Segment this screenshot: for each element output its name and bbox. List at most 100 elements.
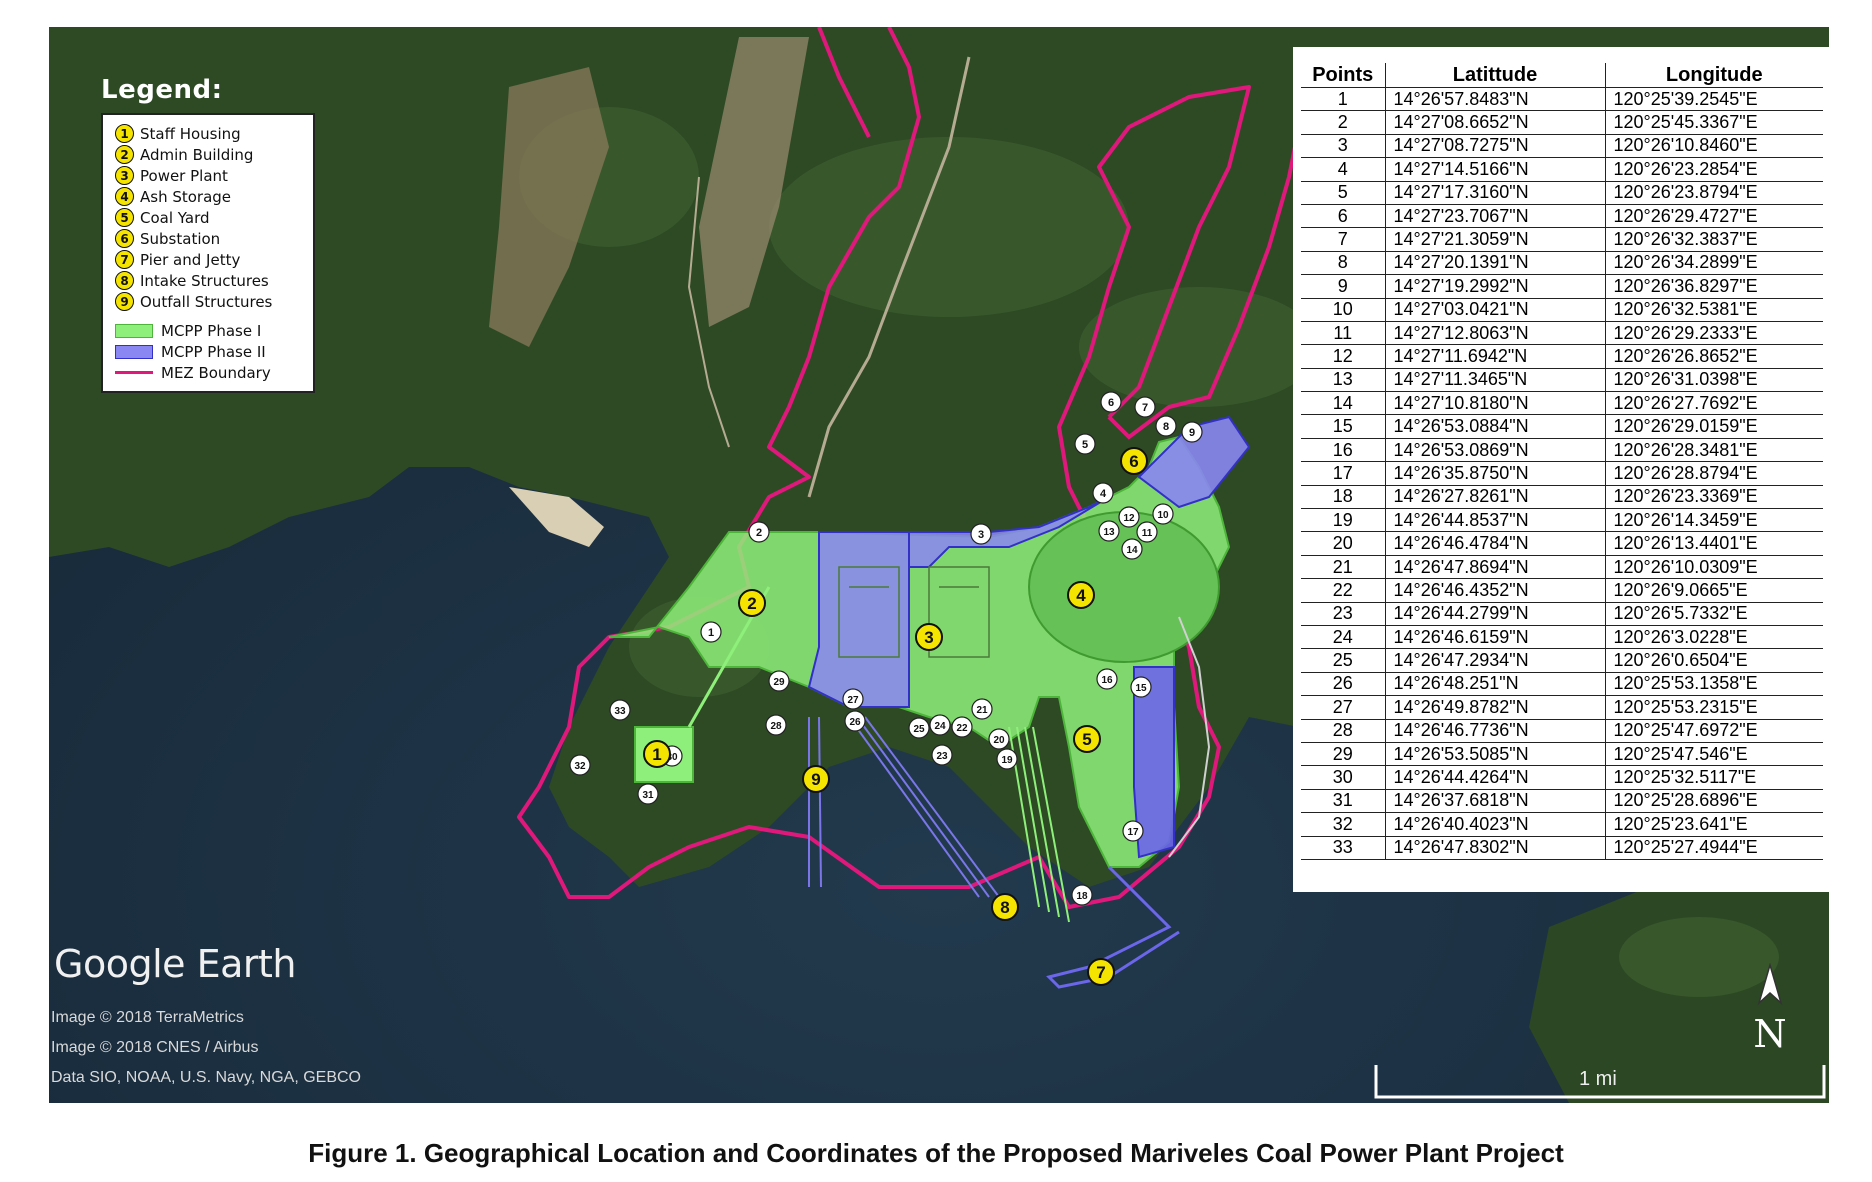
longitude-cell: 120°26'32.3837"E <box>1605 227 1823 252</box>
latitude-cell: 14°27'21.3059"N <box>1385 227 1606 252</box>
longitude-cell: 120°26'29.2333"E <box>1605 321 1823 346</box>
marker-8-icon: 8 <box>115 271 134 290</box>
point-marker-label: 16 <box>1101 675 1113 686</box>
table-row: 9 14°27'19.2992"N 120°26'36.8297"E <box>1301 274 1823 299</box>
longitude-cell: 120°26'32.5381"E <box>1605 298 1823 322</box>
latitude-cell: 14°26'48.251"N <box>1385 672 1606 697</box>
table-row: 25 14°26'47.2934"N 120°26'0.6504"E <box>1301 648 1823 673</box>
table-row: 15 14°26'53.0884"N 120°26'29.0159"E <box>1301 414 1823 439</box>
point-cell: 20 <box>1301 531 1386 556</box>
table-row: 11 14°27'12.8063"N 120°26'29.2333"E <box>1301 321 1823 346</box>
table-row: 16 14°26'53.0869"N 120°26'28.3481"E <box>1301 438 1823 463</box>
marker-7-icon: 7 <box>115 250 134 269</box>
longitude-cell: 120°26'3.0228"E <box>1605 625 1823 650</box>
latitude-cell: 14°27'19.2992"N <box>1385 274 1606 299</box>
marker-3-icon: 3 <box>115 166 134 185</box>
latitude-cell: 14°26'27.8261"N <box>1385 485 1606 510</box>
longitude-cell: 120°25'32.5117"E <box>1605 765 1823 790</box>
point-cell: 15 <box>1301 414 1386 439</box>
facility-marker: 2 <box>738 589 766 617</box>
point-marker-label: 4 <box>1100 488 1107 500</box>
point-marker: 24 <box>929 714 951 736</box>
facility-marker-label: 5 <box>1082 730 1091 749</box>
marker-1-icon: 1 <box>115 124 134 143</box>
latitude-cell: 14°26'44.8537"N <box>1385 508 1606 533</box>
legend-item: 9 Outfall Structures <box>115 291 305 312</box>
latitude-cell: 14°27'11.3465"N <box>1385 368 1606 393</box>
point-cell: 6 <box>1301 204 1386 229</box>
latitude-cell: 14°26'46.6159"N <box>1385 625 1606 650</box>
latitude-cell: 14°26'35.8750"N <box>1385 461 1606 486</box>
facility-marker: 4 <box>1067 581 1095 609</box>
point-marker: 17 <box>1122 820 1144 842</box>
point-marker: 33 <box>609 699 631 721</box>
longitude-cell: 120°26'10.0309"E <box>1605 555 1823 580</box>
point-marker-label: 28 <box>770 721 782 732</box>
point-marker-label: 29 <box>773 677 785 688</box>
point-cell: 21 <box>1301 555 1386 580</box>
latitude-cell: 14°26'53.0884"N <box>1385 414 1606 439</box>
longitude-cell: 120°25'47.546"E <box>1605 742 1823 767</box>
credit-line: Data SIO, NOAA, U.S. Navy, NGA, GEBCO <box>51 1069 361 1086</box>
longitude-cell: 120°26'23.3369"E <box>1605 485 1823 510</box>
point-marker-label: 15 <box>1135 683 1147 694</box>
latitude-cell: 14°26'40.4023"N <box>1385 812 1606 837</box>
point-marker: 22 <box>951 716 973 738</box>
point-cell: 8 <box>1301 251 1386 276</box>
legend-label: MCPP Phase I <box>161 321 262 340</box>
point-marker-label: 26 <box>849 717 861 728</box>
table-row: 20 14°26'46.4784"N 120°26'13.4401"E <box>1301 531 1823 556</box>
point-marker: 7 <box>1134 396 1156 418</box>
legend-area-phase2: MCPP Phase II <box>115 341 305 362</box>
point-marker-label: 9 <box>1189 427 1195 439</box>
longitude-cell: 120°26'13.4401"E <box>1605 531 1823 556</box>
facility-marker: 3 <box>915 623 943 651</box>
legend-label: Coal Yard <box>140 208 210 227</box>
longitude-cell: 120°26'10.8460"E <box>1605 134 1823 159</box>
facility-marker-label: 4 <box>1076 586 1086 605</box>
longitude-cell: 120°25'27.4944"E <box>1605 836 1823 860</box>
point-marker-label: 31 <box>642 790 654 801</box>
point-marker: 31 <box>637 783 659 805</box>
point-cell: 32 <box>1301 812 1386 837</box>
point-marker-label: 5 <box>1082 439 1088 451</box>
point-cell: 17 <box>1301 461 1386 486</box>
point-marker: 26 <box>844 710 866 732</box>
latitude-cell: 14°27'08.6652"N <box>1385 110 1606 135</box>
point-marker: 3 <box>970 523 992 545</box>
point-cell: 29 <box>1301 742 1386 767</box>
point-marker: 6 <box>1100 391 1122 413</box>
table-row: 3 14°27'08.7275"N 120°26'10.8460"E <box>1301 134 1823 159</box>
longitude-cell: 120°26'0.6504"E <box>1605 648 1823 673</box>
longitude-cell: 120°26'28.8794"E <box>1605 461 1823 486</box>
latitude-cell: 14°27'08.7275"N <box>1385 134 1606 159</box>
point-marker-label: 6 <box>1108 397 1114 409</box>
legend-item: 4 Ash Storage <box>115 186 305 207</box>
longitude-cell: 120°25'45.3367"E <box>1605 110 1823 135</box>
legend-item: 3 Power Plant <box>115 165 305 186</box>
point-cell: 27 <box>1301 695 1386 720</box>
point-cell: 16 <box>1301 438 1386 463</box>
point-marker: 32 <box>569 754 591 776</box>
point-marker-label: 3 <box>978 529 984 541</box>
point-cell: 3 <box>1301 134 1386 159</box>
legend-item: 8 Intake Structures <box>115 270 305 291</box>
table-row: 19 14°26'44.8537"N 120°26'14.3459"E <box>1301 508 1823 533</box>
point-cell: 7 <box>1301 227 1386 252</box>
longitude-cell: 120°26'28.3481"E <box>1605 438 1823 463</box>
table-row: 23 14°26'44.2799"N 120°26'5.7332"E <box>1301 602 1823 626</box>
longitude-cell: 120°25'53.1358"E <box>1605 672 1823 697</box>
point-cell: 18 <box>1301 485 1386 510</box>
longitude-cell: 120°26'36.8297"E <box>1605 274 1823 299</box>
point-marker-label: 33 <box>614 706 626 717</box>
point-marker-label: 17 <box>1127 827 1139 838</box>
point-marker-label: 13 <box>1103 527 1115 538</box>
point-cell: 31 <box>1301 789 1386 814</box>
latitude-cell: 14°26'49.8782"N <box>1385 695 1606 720</box>
longitude-cell: 120°26'34.2899"E <box>1605 251 1823 276</box>
point-marker: 14 <box>1121 538 1143 560</box>
point-marker-label: 32 <box>574 761 586 772</box>
legend-label: Intake Structures <box>140 271 269 290</box>
point-cell: 30 <box>1301 765 1386 790</box>
table-row: 12 14°27'11.6942"N 120°26'26.8652"E <box>1301 344 1823 369</box>
